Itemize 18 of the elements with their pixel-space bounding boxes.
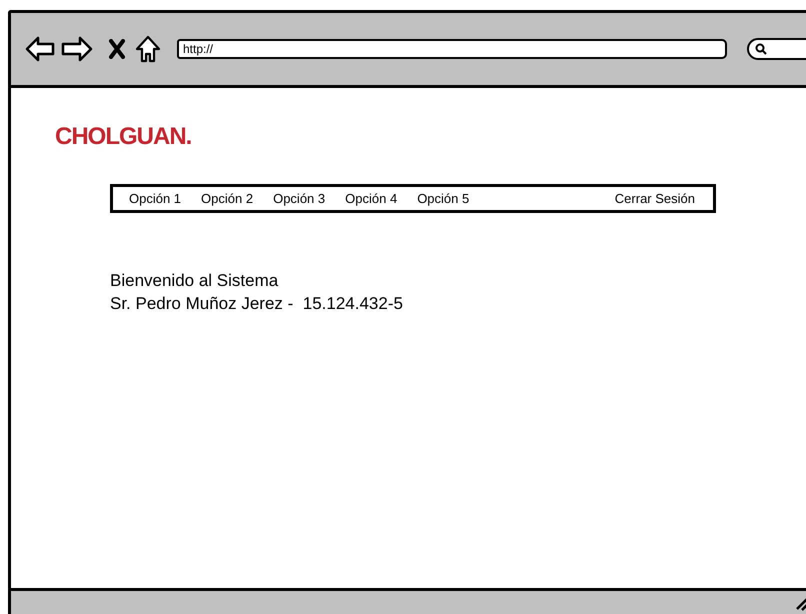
close-icon[interactable] bbox=[109, 39, 125, 59]
user-text: Sr. Pedro Muñoz Jerez - 15.124.432-5 bbox=[110, 293, 403, 315]
address-field[interactable]: http:// bbox=[177, 39, 727, 59]
welcome-text: Bienvenido al Sistema bbox=[110, 270, 278, 292]
logout-link[interactable]: Cerrar Sesión bbox=[614, 191, 695, 206]
menu-item[interactable]: Opción 3 bbox=[273, 191, 326, 206]
search-field[interactable] bbox=[747, 38, 806, 60]
address-text: http:// bbox=[183, 42, 214, 56]
back-icon[interactable] bbox=[25, 36, 55, 62]
menu-item[interactable]: Opción 1 bbox=[129, 191, 182, 206]
resize-grip-icon[interactable] bbox=[795, 597, 806, 611]
home-icon[interactable] bbox=[135, 35, 161, 63]
forward-icon[interactable] bbox=[61, 36, 93, 62]
logo: CHOLGUAN. bbox=[55, 123, 192, 151]
search-icon bbox=[755, 43, 767, 55]
menu-item[interactable]: Opción 5 bbox=[417, 191, 470, 206]
menu-item[interactable]: Opción 4 bbox=[345, 191, 398, 206]
menu-item[interactable]: Opción 2 bbox=[201, 191, 254, 206]
